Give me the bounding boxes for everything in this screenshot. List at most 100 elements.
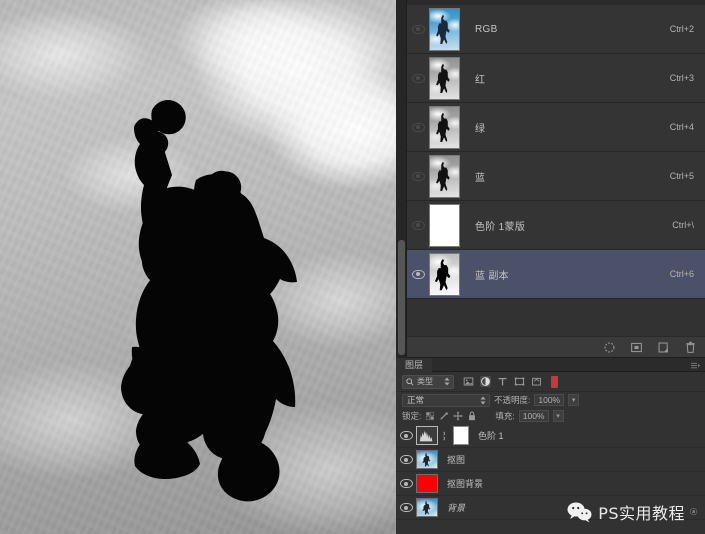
- channel-visibility-toggle[interactable]: [407, 103, 429, 151]
- layer-filter-kind-label: 类型: [417, 376, 433, 387]
- channel-row-blue-copy[interactable]: 蓝 副本 Ctrl+6: [407, 250, 705, 299]
- channel-row-red[interactable]: 红 Ctrl+3: [407, 54, 705, 103]
- channel-thumbnail: [429, 204, 460, 247]
- layer-row-levels[interactable]: 色阶 1: [396, 424, 705, 448]
- filter-enable-toggle[interactable]: [551, 376, 558, 388]
- channel-visibility-toggle[interactable]: [407, 54, 429, 102]
- layer-visibility-toggle[interactable]: [396, 455, 416, 464]
- layer-thumbnail[interactable]: [416, 498, 438, 517]
- channel-row-blue[interactable]: 蓝 Ctrl+5: [407, 152, 705, 201]
- layer-thumbnail[interactable]: [416, 474, 438, 493]
- blend-mode-select[interactable]: 正常: [402, 394, 490, 407]
- layer-filter-icon-group: [463, 376, 542, 387]
- layer-row-cutout-bg[interactable]: 抠图背景: [396, 472, 705, 496]
- photoshop-window: RGB Ctrl+2 红 Ctrl+3: [0, 0, 705, 534]
- thumbnail-figure-icon: [417, 451, 437, 468]
- document-canvas[interactable]: [0, 0, 396, 534]
- channel-name: 色阶 1蒙版: [475, 218, 525, 233]
- load-selection-icon[interactable]: [603, 341, 616, 354]
- layers-panel: 图层 类型: [396, 358, 705, 534]
- channel-row-levels-mask[interactable]: 色阶 1蒙版 Ctrl+\: [407, 201, 705, 250]
- lock-label: 锁定:: [402, 410, 421, 422]
- layer-visibility-toggle[interactable]: [396, 431, 416, 440]
- stepper-arrows-icon: [444, 377, 450, 386]
- channel-shortcut: Ctrl+6: [670, 269, 694, 279]
- channel-thumbnail: [429, 106, 460, 149]
- channel-list[interactable]: RGB Ctrl+2 红 Ctrl+3: [407, 5, 705, 336]
- eye-icon: [412, 25, 425, 34]
- save-selection-icon[interactable]: [630, 341, 643, 354]
- channel-shortcut: Ctrl+2: [670, 24, 694, 34]
- channel-name: RGB: [475, 24, 498, 35]
- lock-transparent-icon[interactable]: [425, 411, 435, 421]
- thumbnail-figure-icon: [430, 107, 459, 148]
- eye-icon: [412, 172, 425, 181]
- layer-visibility-toggle[interactable]: [396, 479, 416, 488]
- thumbnail-figure-icon: [430, 9, 459, 50]
- lock-all-icon[interactable]: [467, 411, 477, 421]
- jumper-silhouette: [0, 0, 396, 534]
- channels-scrollbar-thumb[interactable]: [398, 240, 405, 355]
- layer-thumbnail[interactable]: [416, 450, 438, 469]
- eye-icon: [412, 270, 425, 279]
- layer-list[interactable]: 色阶 1 抠图: [396, 424, 705, 534]
- opacity-stepper[interactable]: ▾: [568, 394, 579, 406]
- layer-name: 抠图背景: [447, 477, 483, 490]
- panel-menu-icon[interactable]: [691, 362, 700, 369]
- channel-shortcut: Ctrl+3: [670, 73, 694, 83]
- eye-icon: [412, 221, 425, 230]
- channel-visibility-toggle[interactable]: [407, 152, 429, 200]
- channel-row-green[interactable]: 绿 Ctrl+4: [407, 103, 705, 152]
- channel-thumbnail: [429, 57, 460, 100]
- channel-name: 蓝 副本: [475, 267, 509, 282]
- fill-stepper[interactable]: ▾: [553, 410, 564, 422]
- shape-filter-icon[interactable]: [514, 376, 525, 387]
- layer-name: 背景: [447, 501, 465, 514]
- channel-row-rgb[interactable]: RGB Ctrl+2: [407, 5, 705, 54]
- lock-position-icon[interactable]: [453, 411, 463, 421]
- layer-filter-kind-select[interactable]: 类型: [402, 375, 454, 389]
- delete-channel-icon[interactable]: [684, 341, 697, 354]
- layer-mask-thumbnail[interactable]: [453, 426, 469, 445]
- opacity-input[interactable]: 100%: [534, 394, 564, 406]
- channel-shortcut: Ctrl+4: [670, 122, 694, 132]
- opacity-label: 不透明度:: [494, 394, 530, 406]
- lock-image-icon[interactable]: [439, 411, 449, 421]
- channel-visibility-toggle[interactable]: [407, 250, 429, 298]
- lock-row: 锁定:: [396, 408, 705, 424]
- thumbnail-figure-icon: [430, 156, 459, 197]
- eye-icon: [400, 455, 413, 464]
- fill-input[interactable]: 100%: [519, 410, 549, 422]
- channel-thumbnail: [429, 8, 460, 51]
- channel-name: 蓝: [475, 169, 485, 184]
- right-panel-dock: RGB Ctrl+2 红 Ctrl+3: [396, 0, 705, 534]
- layer-row-background[interactable]: 背景: [396, 496, 705, 520]
- eye-icon: [412, 74, 425, 83]
- eye-icon: [400, 479, 413, 488]
- smart-object-filter-icon[interactable]: [531, 376, 542, 387]
- channel-name: 红: [475, 71, 485, 86]
- layer-row-cutout[interactable]: 抠图: [396, 448, 705, 472]
- layer-name: 抠图: [447, 453, 465, 466]
- eye-icon: [400, 503, 413, 512]
- channels-footer-toolbar: [407, 336, 705, 357]
- panel-scroll-gutter[interactable]: [396, 0, 407, 358]
- blend-mode-value: 正常: [407, 394, 424, 406]
- pixel-filter-icon[interactable]: [463, 376, 474, 387]
- blend-mode-row: 正常 不透明度: 100% ▾: [396, 392, 705, 408]
- layer-thumbnail-adjustment[interactable]: [416, 426, 438, 445]
- link-mask-icon[interactable]: [440, 430, 447, 442]
- channel-shortcut: Ctrl+5: [670, 171, 694, 181]
- channel-visibility-toggle[interactable]: [407, 201, 429, 249]
- adjustment-filter-icon[interactable]: [480, 376, 491, 387]
- channel-visibility-toggle[interactable]: [407, 5, 429, 53]
- fill-label: 填充:: [495, 410, 514, 422]
- layer-visibility-toggle[interactable]: [396, 503, 416, 512]
- layer-name: 色阶 1: [478, 429, 504, 442]
- thumbnail-solid-red: [417, 475, 437, 492]
- thumbnail-figure-icon: [430, 58, 459, 99]
- new-channel-icon[interactable]: [657, 341, 670, 354]
- tab-layers[interactable]: 图层: [396, 358, 432, 372]
- type-filter-icon[interactable]: [497, 376, 508, 387]
- levels-histogram-icon: [417, 427, 437, 444]
